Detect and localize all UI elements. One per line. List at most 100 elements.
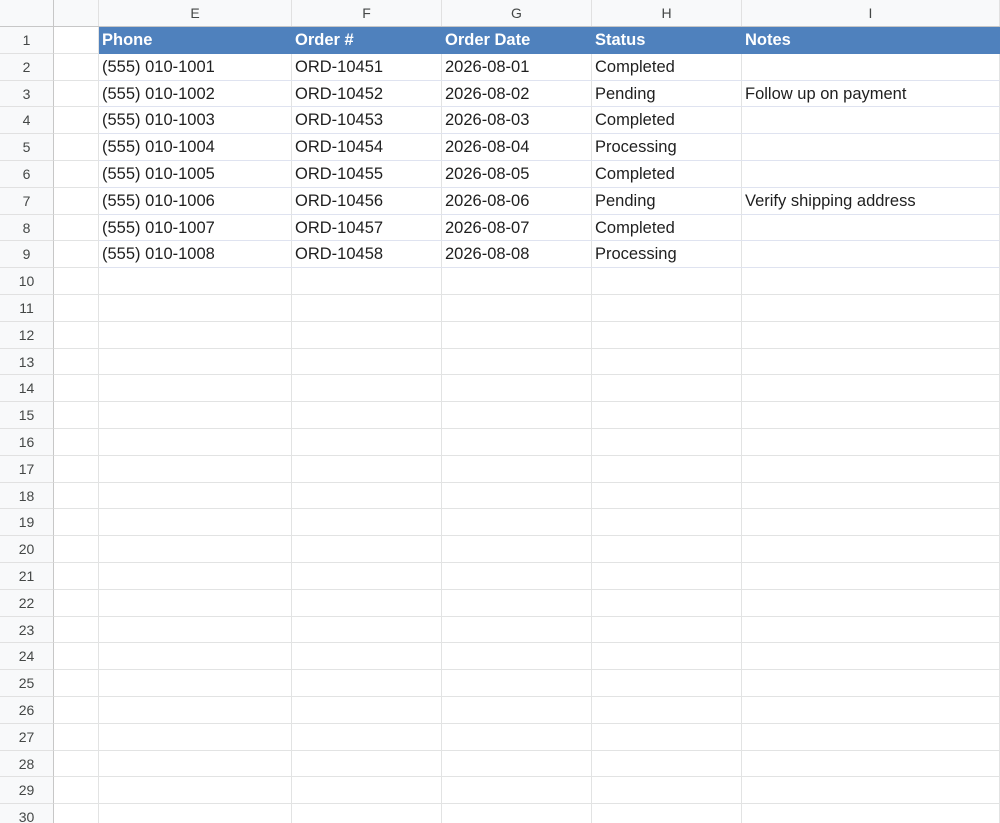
cell[interactable]: [292, 482, 442, 510]
cell[interactable]: [592, 348, 742, 376]
cell[interactable]: [592, 777, 742, 805]
row-header[interactable]: 13: [0, 348, 54, 376]
row-header[interactable]: 30: [0, 804, 54, 823]
cell[interactable]: [54, 214, 99, 242]
cell[interactable]: [742, 562, 1000, 590]
cell[interactable]: [742, 428, 1000, 456]
cell[interactable]: [592, 589, 742, 617]
cell[interactable]: [442, 482, 592, 510]
cell[interactable]: [442, 321, 592, 349]
row-header[interactable]: 14: [0, 375, 54, 403]
notes-cell[interactable]: [742, 53, 1000, 81]
header-cell-order[interactable]: Order #: [292, 27, 442, 54]
order-cell[interactable]: ORD-10452: [292, 80, 442, 108]
cell[interactable]: [54, 241, 99, 269]
row-header[interactable]: 9: [0, 241, 54, 269]
column-header-g[interactable]: G: [442, 0, 592, 26]
order-date-cell[interactable]: 2026-08-01: [442, 53, 592, 81]
header-cell-phone[interactable]: Phone: [99, 27, 292, 54]
row-header[interactable]: 26: [0, 696, 54, 724]
header-cell-order-date[interactable]: Order Date: [442, 27, 592, 54]
cell[interactable]: [99, 616, 292, 644]
notes-cell[interactable]: [742, 241, 1000, 269]
row-header[interactable]: 29: [0, 777, 54, 805]
cell[interactable]: [54, 482, 99, 510]
cell[interactable]: [54, 402, 99, 429]
order-date-cell[interactable]: 2026-08-04: [442, 134, 592, 161]
cell[interactable]: [54, 294, 99, 322]
cell[interactable]: [742, 804, 1000, 823]
cell[interactable]: [54, 562, 99, 590]
cell[interactable]: [99, 589, 292, 617]
cell[interactable]: [592, 509, 742, 537]
cell[interactable]: [442, 777, 592, 805]
cell[interactable]: [592, 375, 742, 403]
cell[interactable]: [99, 777, 292, 805]
cell[interactable]: [742, 670, 1000, 697]
status-cell[interactable]: Completed: [592, 53, 742, 81]
phone-cell[interactable]: (555) 010-1003: [99, 107, 292, 135]
notes-cell[interactable]: [742, 160, 1000, 188]
cell[interactable]: [742, 777, 1000, 805]
cell[interactable]: [54, 509, 99, 537]
cell[interactable]: [292, 670, 442, 697]
cell[interactable]: [592, 268, 742, 295]
notes-cell[interactable]: [742, 214, 1000, 242]
cell[interactable]: [54, 428, 99, 456]
cell[interactable]: [54, 777, 99, 805]
cell[interactable]: [99, 482, 292, 510]
cell[interactable]: [54, 107, 99, 135]
cell[interactable]: [442, 643, 592, 671]
cell[interactable]: [99, 536, 292, 563]
row-header[interactable]: 28: [0, 750, 54, 778]
phone-cell[interactable]: (555) 010-1001: [99, 53, 292, 81]
row-header[interactable]: 5: [0, 134, 54, 161]
order-cell[interactable]: ORD-10454: [292, 134, 442, 161]
cell[interactable]: [99, 455, 292, 483]
cell[interactable]: [592, 536, 742, 563]
order-cell[interactable]: ORD-10456: [292, 187, 442, 215]
cell[interactable]: [54, 589, 99, 617]
row-header[interactable]: 16: [0, 428, 54, 456]
column-header-i[interactable]: I: [742, 0, 1000, 26]
cell[interactable]: [442, 616, 592, 644]
row-header[interactable]: 21: [0, 562, 54, 590]
phone-cell[interactable]: (555) 010-1002: [99, 80, 292, 108]
row-header[interactable]: 8: [0, 214, 54, 242]
cell[interactable]: [592, 562, 742, 590]
cell[interactable]: [742, 402, 1000, 429]
cell[interactable]: [742, 482, 1000, 510]
cell[interactable]: [592, 750, 742, 778]
cell[interactable]: [292, 589, 442, 617]
cell[interactable]: [442, 509, 592, 537]
cell[interactable]: [742, 268, 1000, 295]
column-header-e[interactable]: E: [99, 0, 292, 26]
cell[interactable]: [99, 509, 292, 537]
cell[interactable]: [442, 402, 592, 429]
row-header[interactable]: 15: [0, 402, 54, 429]
cell[interactable]: [442, 375, 592, 403]
cell[interactable]: [742, 643, 1000, 671]
cell[interactable]: [442, 536, 592, 563]
cell[interactable]: [442, 268, 592, 295]
row-header[interactable]: 24: [0, 643, 54, 671]
column-header-h[interactable]: H: [592, 0, 742, 26]
cell[interactable]: [54, 268, 99, 295]
cell[interactable]: [292, 402, 442, 429]
cell[interactable]: [742, 348, 1000, 376]
cell[interactable]: [592, 643, 742, 671]
row-header[interactable]: 4: [0, 107, 54, 135]
cell[interactable]: [742, 616, 1000, 644]
cell[interactable]: [592, 723, 742, 751]
phone-cell[interactable]: (555) 010-1007: [99, 214, 292, 242]
cell[interactable]: [54, 536, 99, 563]
row-header[interactable]: 17: [0, 455, 54, 483]
row-header[interactable]: 23: [0, 616, 54, 644]
cell[interactable]: [742, 536, 1000, 563]
cell[interactable]: [292, 268, 442, 295]
cell[interactable]: [442, 428, 592, 456]
cell[interactable]: [742, 455, 1000, 483]
order-cell[interactable]: ORD-10455: [292, 160, 442, 188]
cell[interactable]: [292, 777, 442, 805]
phone-cell[interactable]: (555) 010-1005: [99, 160, 292, 188]
